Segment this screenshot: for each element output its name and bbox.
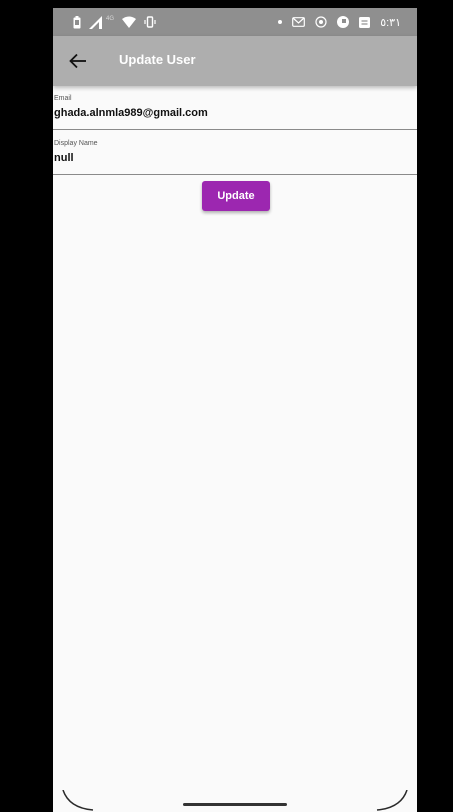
phone-screen: 4G ٥:٣١ Update User Email ghada.alnmla98… [53, 8, 417, 812]
vibrate-icon [144, 16, 156, 28]
status-time: ٥:٣١ [380, 16, 401, 29]
network-type-label: 4G [106, 16, 115, 22]
status-bar: 4G ٥:٣١ [53, 8, 417, 36]
dot-icon [278, 20, 283, 24]
back-button[interactable] [65, 48, 91, 74]
wifi-icon [122, 16, 137, 28]
home-indicator[interactable] [183, 803, 287, 806]
screen-bottom-curve [62, 790, 408, 811]
status-left-icons: 4G [73, 13, 156, 31]
status-right-icons: ٥:٣١ [278, 13, 401, 31]
gmail-icon [292, 17, 306, 27]
email-field-value[interactable]: ghada.alnmla989@gmail.com [54, 107, 208, 119]
app-icon [337, 16, 350, 28]
page-title: Update User [119, 52, 196, 67]
signal-icon [89, 15, 102, 29]
display-name-field-label: Display Name [54, 140, 98, 147]
battery-icon [73, 15, 81, 28]
display-name-field[interactable]: Display Name null [53, 139, 417, 175]
email-field-label: Email [54, 95, 72, 102]
location-icon [315, 16, 327, 28]
update-button[interactable]: Update [202, 181, 270, 211]
email-field[interactable]: Email ghada.alnmla989@gmail.com [53, 94, 417, 130]
message-icon [359, 16, 371, 28]
arrow-back-icon [69, 53, 86, 69]
app-bar: Update User [53, 36, 417, 86]
display-name-field-value[interactable]: null [54, 152, 74, 164]
